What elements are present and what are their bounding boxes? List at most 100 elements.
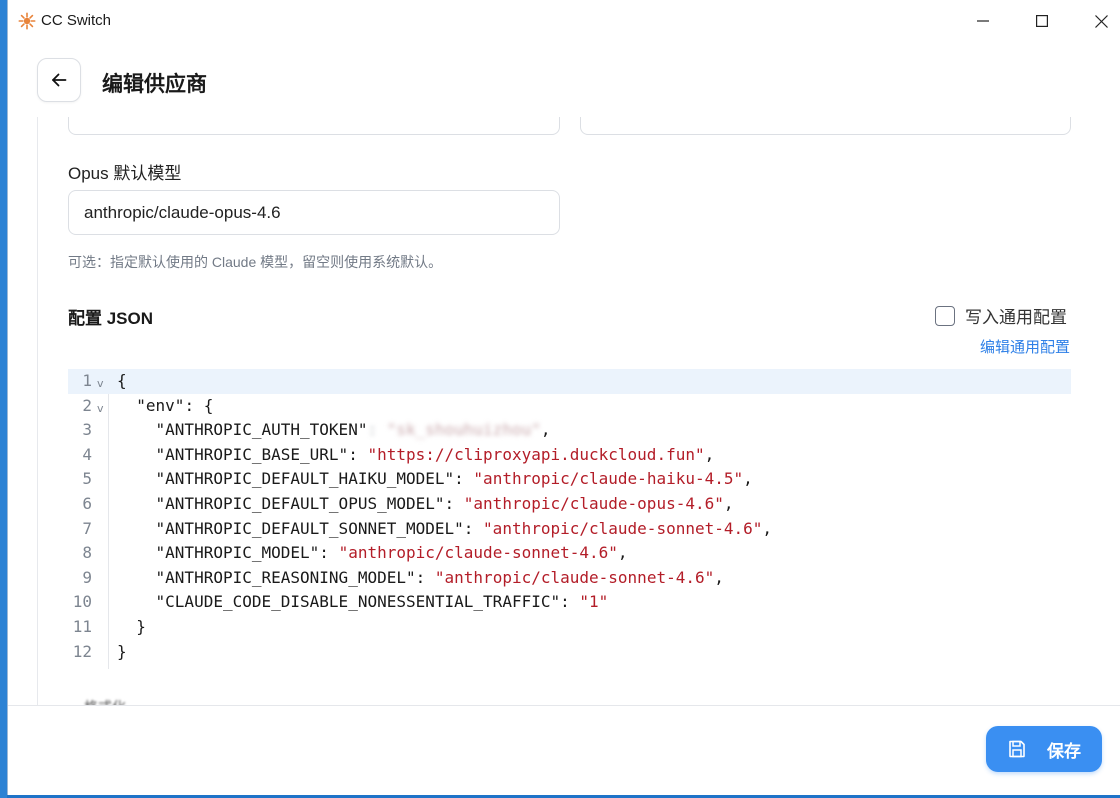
back-button[interactable] (37, 58, 81, 102)
json-editor[interactable]: 1 v{2 v "env": {3 "ANTHROPIC_AUTH_TOKEN": … (68, 369, 1071, 669)
code-tail: , (762, 518, 773, 538)
code-key: "ANTHROPIC_BASE_URL" (155, 444, 349, 464)
save-button[interactable]: 保存 (986, 726, 1102, 772)
code-key: "CLAUDE_CODE_DISABLE_NONESSENTIAL_TRAFFI… (155, 592, 561, 612)
code-separator: : (560, 592, 580, 612)
editor-line[interactable]: 11 } (68, 615, 1071, 640)
code-key: "ANTHROPIC_DEFAULT_SONNET_MODEL" (155, 518, 464, 538)
code-text: } (136, 617, 146, 636)
page-header: 编辑供应商 (8, 42, 1120, 117)
code-key: "ANTHROPIC_MODEL" (155, 543, 320, 563)
code-text: { (117, 371, 127, 390)
code-text: "ANTHROPIC_DEFAULT_SONNET_MODEL": "anthr… (117, 517, 773, 542)
code-key: "ANTHROPIC_DEFAULT_OPUS_MODEL" (155, 494, 445, 513)
code-text: } (117, 640, 127, 665)
code-text: "ANTHROPIC_AUTH_TOKEN": "sk_shouhuizhou"… (117, 418, 551, 443)
code-key: "ANTHROPIC_REASONING_MODEL" (155, 567, 416, 587)
edit-common-config-link[interactable]: 编辑通用配置 (980, 336, 1070, 357)
editor-line[interactable]: 7 "ANTHROPIC_DEFAULT_SONNET_MODEL": "ant… (68, 517, 1071, 542)
code-separator: : (463, 518, 484, 538)
model-hint-text: 可选：指定默认使用的 Claude 模型，留空则使用系统默认。 (68, 254, 443, 270)
code-text: { (117, 369, 127, 394)
editor-line[interactable]: 3 "ANTHROPIC_AUTH_TOKEN": "sk_shouhuizho… (68, 418, 1071, 443)
code-separator: : (348, 444, 368, 464)
code-value: "anthropic/claude-haiku-4.5" (473, 469, 744, 489)
code-key: "env" (136, 395, 185, 415)
code-separator: : (319, 543, 339, 563)
line-number: 10 (72, 592, 92, 612)
code-text: "ANTHROPIC_DEFAULT_OPUS_MODEL": "anthrop… (117, 492, 734, 517)
code-value: "sk_shouhuizhou" (386, 420, 541, 440)
code-text: "ANTHROPIC_REASONING_MODEL": "anthropic/… (117, 566, 724, 591)
editor-line[interactable]: 6 "ANTHROPIC_DEFAULT_OPUS_MODEL": "anthr… (68, 492, 1071, 517)
code-text: "ANTHROPIC_DEFAULT_HAIKU_MODEL": "anthro… (117, 467, 753, 492)
code-value: "anthropic/claude-sonnet-4.6" (483, 518, 763, 538)
floppy-disk-icon (1009, 740, 1025, 758)
line-number: 2 (82, 395, 92, 415)
code-value: "anthropic/claude-sonnet-4.6" (434, 567, 715, 587)
arrow-left-icon (52, 73, 67, 87)
line-number: 1 (82, 371, 92, 390)
save-button-label: 保存 (1047, 741, 1081, 761)
write-common-config-label: 写入通用配置 (965, 308, 1067, 327)
code-key: "ANTHROPIC_AUTH_TOKEN" (155, 420, 368, 440)
code-value: "anthropic/claude-opus-4.6" (463, 494, 724, 513)
desktop-background (0, 0, 7, 798)
footer-bar: 保存 (8, 705, 1120, 795)
code-text: "ANTHROPIC_MODEL": "anthropic/claude-son… (117, 541, 628, 566)
code-separator: : (454, 469, 474, 489)
code-separator: : (367, 420, 387, 440)
line-number: 9 (82, 567, 92, 587)
line-number: 12 (72, 641, 92, 661)
line-number: 11 (72, 617, 92, 636)
code-tail: , (743, 469, 753, 489)
code-text: : { (184, 395, 214, 415)
page-title: 编辑供应商 (102, 73, 207, 96)
code-separator: : (415, 567, 435, 587)
code-separator: : (444, 494, 464, 513)
code-text: "env": { (117, 394, 213, 419)
app-window: CC Switch Opus 默认模型 anthropic/claude-opu… (7, 0, 1120, 795)
code-text: "ANTHROPIC_BASE_URL": "https://cliproxya… (117, 443, 715, 468)
editor-line[interactable]: 5 "ANTHROPIC_DEFAULT_HAIKU_MODEL": "anth… (68, 467, 1071, 492)
editor-line[interactable]: 9 "ANTHROPIC_REASONING_MODEL": "anthropi… (68, 566, 1071, 591)
editor-line[interactable]: 1 v{ (68, 369, 1071, 394)
line-number: 8 (82, 543, 92, 563)
editor-line[interactable]: 2v "env": { (68, 394, 1071, 419)
code-text: } (117, 641, 127, 661)
editor-line[interactable]: 4 "ANTHROPIC_BASE_URL": "https://cliprox… (68, 443, 1071, 468)
editor-line[interactable]: 10 "CLAUDE_CODE_DISABLE_NONESSENTIAL_TRA… (68, 590, 1071, 615)
code-value: "https://cliproxyapi.duckcloud.fun" (367, 444, 705, 464)
opus-model-label: Opus 默认模型 (68, 164, 182, 183)
code-value: "1" (579, 592, 609, 612)
code-tail: , (723, 494, 734, 513)
line-number: 3 (82, 420, 92, 440)
code-tail: , (540, 420, 551, 440)
editor-line[interactable]: 8 "ANTHROPIC_MODEL": "anthropic/claude-s… (68, 541, 1071, 566)
code-tail: , (617, 543, 628, 563)
code-tail: , (714, 567, 724, 587)
code-text: "CLAUDE_CODE_DISABLE_NONESSENTIAL_TRAFFI… (117, 590, 609, 615)
code-tail: , (704, 444, 715, 464)
opus-model-input[interactable]: anthropic/claude-opus-4.6 (68, 190, 560, 235)
code-value: "anthropic/claude-sonnet-4.6" (338, 543, 618, 563)
line-number: 4 (82, 444, 92, 464)
line-number: 6 (82, 494, 92, 513)
write-common-config-checkbox[interactable] (935, 305, 955, 326)
editor-line[interactable]: 12} (68, 640, 1071, 665)
code-text: } (117, 615, 146, 640)
code-key: "ANTHROPIC_DEFAULT_HAIKU_MODEL" (155, 469, 455, 489)
line-number: 7 (82, 518, 92, 538)
format-button-peek: 格式化 (84, 697, 126, 705)
write-common-config-toggle[interactable]: 写入通用配置 (935, 303, 1067, 328)
